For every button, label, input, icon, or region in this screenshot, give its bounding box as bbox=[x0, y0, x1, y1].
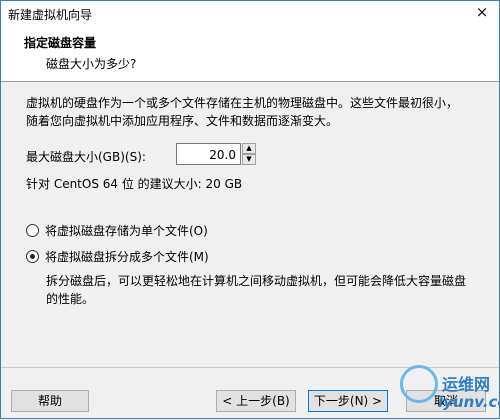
back-button[interactable]: < 上一步(B) bbox=[216, 390, 296, 412]
step-subtitle: 磁盘大小为多少? bbox=[46, 57, 137, 71]
step-title: 指定磁盘容量 bbox=[24, 36, 97, 50]
disk-size-stepper[interactable]: ▲ ▼ bbox=[176, 143, 256, 165]
single-file-option[interactable]: 将虚拟磁盘存储为单个文件(O) bbox=[26, 222, 208, 239]
window-title: 新建虚拟机向导 bbox=[8, 8, 93, 22]
watermark-cn: 运维网 bbox=[442, 375, 491, 394]
recommended-size: 针对 CentOS 64 位 的建议大小: 20 GB bbox=[26, 177, 243, 191]
wizard-header: 指定磁盘容量 磁盘大小为多少? bbox=[1, 25, 499, 82]
title-bar: 新建虚拟机向导 × bbox=[1, 1, 499, 25]
split-note: 拆分磁盘后，可以更轻松地在计算机之间移动虚拟机，但可能会降低大容量磁盘的性能。 bbox=[46, 274, 467, 306]
close-icon[interactable]: × bbox=[465, 1, 499, 25]
wizard-window: 新建虚拟机向导 × 指定磁盘容量 磁盘大小为多少? 虚拟机的硬盘作为一个或多个文… bbox=[0, 0, 500, 419]
watermark-circle-icon bbox=[400, 365, 438, 403]
disk-size-input[interactable] bbox=[176, 143, 241, 165]
spin-up-icon[interactable]: ▲ bbox=[242, 143, 256, 154]
single-file-radio[interactable] bbox=[26, 224, 39, 237]
spin-down-icon[interactable]: ▼ bbox=[242, 154, 256, 165]
multi-file-option[interactable]: 将虚拟磁盘拆分成多个文件(M) bbox=[26, 248, 209, 265]
watermark-en: iyunv.com bbox=[438, 393, 500, 411]
max-disk-size-label: 最大磁盘大小(GB)(S): bbox=[26, 150, 146, 164]
next-button[interactable]: 下一步(N) > bbox=[308, 390, 388, 412]
help-button[interactable]: 帮助 bbox=[11, 390, 89, 412]
multi-file-radio[interactable] bbox=[26, 250, 39, 263]
wizard-content: 虚拟机的硬盘作为一个或多个文件存储在主机的物理磁盘中。这些文件最初很小，随着您向… bbox=[1, 82, 499, 367]
multi-file-label: 将虚拟磁盘拆分成多个文件(M) bbox=[45, 250, 209, 264]
single-file-label: 将虚拟磁盘存储为单个文件(O) bbox=[45, 224, 208, 238]
disk-description: 虚拟机的硬盘作为一个或多个文件存储在主机的物理磁盘中。这些文件最初很小，随着您向… bbox=[26, 96, 459, 128]
watermark-logo: 运维网 iyunv.com bbox=[396, 359, 500, 417]
